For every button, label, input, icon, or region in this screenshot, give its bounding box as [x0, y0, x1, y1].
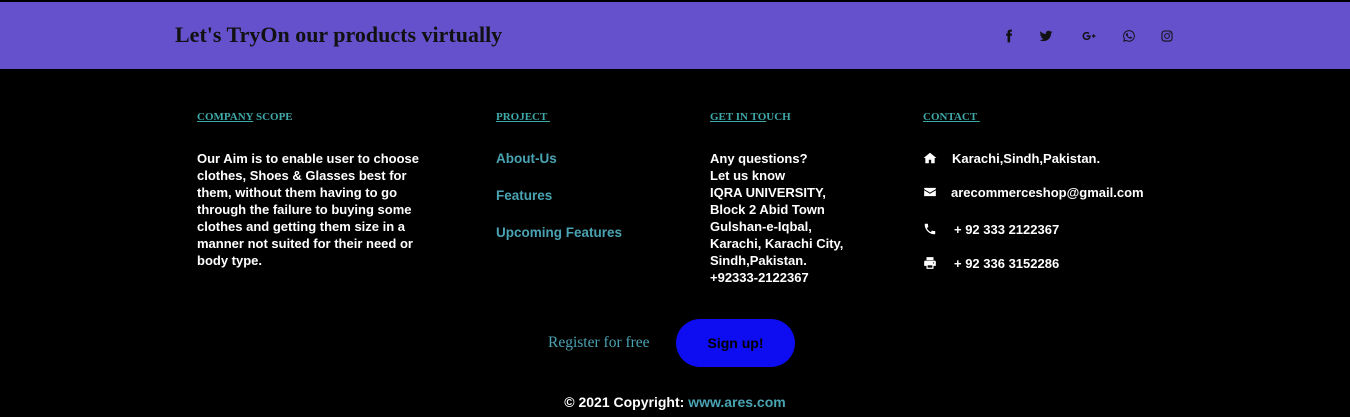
twitter-icon[interactable] — [1037, 27, 1055, 45]
project-heading-text: PROJECT — [496, 111, 550, 123]
touch-line: Block 2 Abid Town — [710, 202, 825, 217]
about-us-link[interactable]: About-Us — [496, 151, 557, 166]
company-scope-text: Our Aim is to enable user to choose clot… — [197, 151, 420, 268]
project-heading: PROJECT — [496, 111, 550, 123]
copyright-link[interactable]: www.ares.com — [688, 394, 786, 410]
home-icon — [923, 151, 937, 165]
get-in-touch-heading-a: GET IN TO — [710, 111, 767, 123]
get-in-touch-heading: GET IN TOUCH — [710, 111, 791, 123]
contact-address-row: Karachi,Sindh,Pakistan. — [923, 150, 1100, 166]
print-icon — [923, 256, 937, 270]
touch-line: +92333-2122367 — [710, 270, 809, 285]
touch-line: Sindh,Pakistan. — [710, 253, 807, 268]
contact-address: Karachi,Sindh,Pakistan. — [952, 150, 1101, 166]
company-scope-heading: COMPANY SCOPE — [197, 111, 293, 123]
signup-button[interactable]: Sign up! — [676, 319, 795, 367]
touch-line: Karachi, Karachi City, — [710, 236, 844, 251]
phone-icon — [923, 222, 937, 236]
contact-heading-text: CONTACT — [923, 111, 980, 123]
register-text: Register for free — [548, 334, 650, 351]
whatsapp-icon[interactable] — [1120, 27, 1138, 45]
touch-line: Any questions? — [710, 151, 808, 166]
facebook-icon[interactable] — [1000, 27, 1018, 45]
upcoming-features-link[interactable]: Upcoming Features — [496, 225, 622, 240]
copyright-prefix: © 2021 Copyright: — [564, 394, 689, 410]
contact-fax: + 92 336 3152286 — [954, 255, 1060, 271]
touch-line: IQRA UNIVERSITY, — [710, 185, 826, 200]
header-tagline: Let's TryOn our products virtually — [175, 22, 503, 47]
get-in-touch-heading-b: UCH — [766, 111, 791, 123]
touch-line: Let us know — [710, 168, 786, 183]
touch-line: Gulshan-e-Iqbal, — [710, 219, 812, 234]
header-band: Let's TryOn our products virtually — [0, 2, 1350, 69]
contact-heading: CONTACT — [923, 111, 980, 123]
envelope-icon — [923, 185, 937, 199]
features-link[interactable]: Features — [496, 188, 552, 203]
company-scope-heading-b: SCOPE — [253, 111, 293, 123]
contact-phone-row: + 92 333 2122367 — [923, 221, 1059, 237]
google-plus-icon[interactable] — [1080, 27, 1098, 45]
contact-fax-row: + 92 336 3152286 — [923, 255, 1059, 271]
copyright: © 2021 Copyright: www.ares.com — [0, 394, 1350, 410]
contact-phone: + 92 333 2122367 — [954, 221, 1060, 237]
contact-email-row: arecommerceshop@gmail.com — [923, 184, 1144, 200]
company-scope-heading-a: COMPANY — [197, 111, 254, 123]
contact-email: arecommerceshop@gmail.com — [951, 184, 1144, 200]
instagram-icon[interactable] — [1158, 27, 1176, 45]
